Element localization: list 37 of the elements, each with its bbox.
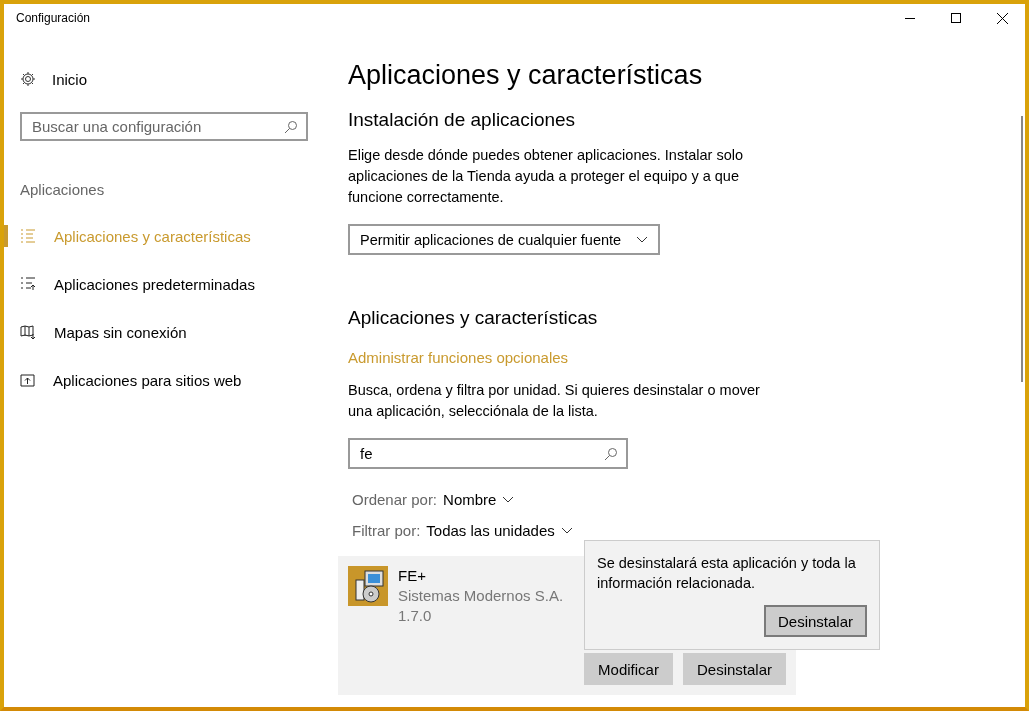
uninstall-button[interactable]: Desinstalar	[682, 653, 786, 685]
sidebar-item[interactable]: Aplicaciones para sitios web	[53, 371, 242, 389]
minimize-icon	[905, 17, 915, 19]
chevron-down-icon	[636, 236, 648, 243]
sort-dropdown[interactable]: Ordenar por: Nombre	[352, 491, 515, 508]
section-heading: Aplicaciones	[20, 181, 106, 198]
scrollbar[interactable]	[1021, 116, 1023, 382]
list-arrow-icon	[20, 277, 36, 291]
section-heading: Instalación de aplicaciones	[348, 109, 577, 131]
maximize-icon	[951, 13, 961, 23]
home-link[interactable]: Inicio	[52, 70, 88, 88]
chevron-down-icon	[560, 527, 573, 534]
close-icon	[996, 12, 1008, 24]
section-heading: Aplicaciones y características	[348, 307, 599, 329]
source-dropdown[interactable]: Permitir aplicaciones de cualquier fuente	[348, 224, 660, 255]
app-name: FE+	[398, 566, 427, 586]
chevron-down-icon	[502, 496, 515, 503]
confirm-uninstall-button[interactable]: Desinstalar	[763, 605, 867, 637]
window-arrow-icon	[20, 373, 35, 387]
sidebar-item[interactable]: Aplicaciones predeterminadas	[54, 275, 255, 293]
installer-icon	[348, 566, 388, 606]
sidebar-item[interactable]: Mapas sin conexión	[54, 323, 187, 341]
search-icon	[604, 446, 618, 461]
page-title: Aplicaciones y características	[348, 60, 704, 91]
window-title: Configuración	[16, 11, 91, 25]
modify-button[interactable]: Modificar	[584, 653, 673, 685]
app-publisher: Sistemas Modernos S.A.	[398, 586, 564, 606]
map-icon	[20, 324, 36, 340]
search-icon	[284, 119, 298, 134]
filter-dropdown[interactable]: Filtrar por: Todas las unidades	[352, 522, 573, 539]
description-text: Busca, ordena y filtra por unidad. Si quieres desinstalar o mover una aplicación, selecciónala de la lista.	[348, 381, 761, 421]
list-icon	[20, 229, 36, 243]
description-text: Elige desde dónde puedes obtener aplicaciones. Instalar solo aplicaciones de la Tienda ayuda a proteger el equipo y a que funcione correctamente.	[348, 146, 744, 207]
app-version: 1.7.0	[398, 606, 433, 626]
settings-search-field[interactable]: Buscar una configuración	[20, 112, 308, 141]
app-search-field[interactable]: fe	[348, 438, 628, 469]
settings-icon	[20, 71, 36, 87]
